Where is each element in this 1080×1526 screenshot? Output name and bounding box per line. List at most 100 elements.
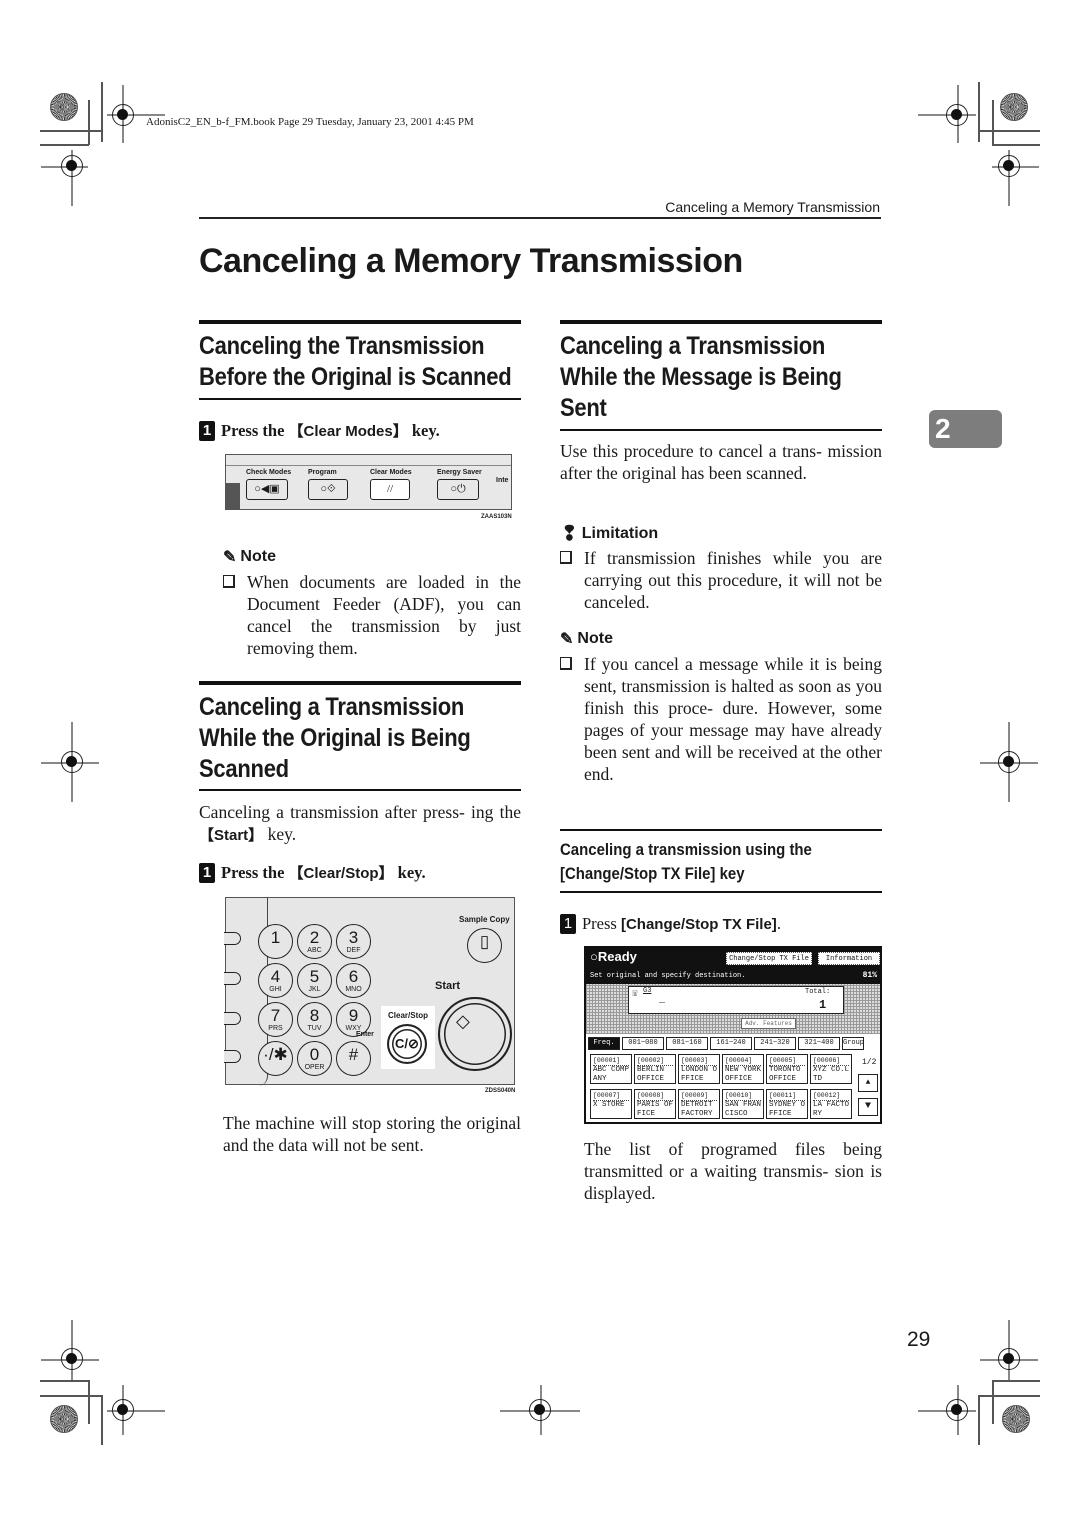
registration-mark-icon [61,1348,83,1370]
destination-key[interactable]: [00010] SAN FRAN CISCO [722,1089,764,1119]
destination-key[interactable]: [00001] ABC COMP ANY [590,1054,632,1084]
bullet-text: If transmission finishes while you are c… [584,548,882,612]
keypad-key[interactable]: 4 GHI [258,963,293,998]
program-button[interactable]: ○⟐ [308,479,348,500]
clear-stop-button[interactable]: C/⊘ [387,1024,427,1064]
crop-mark [978,130,1040,132]
tab-range[interactable]: 161~240 [710,1037,752,1050]
checkbox-bullet-icon [560,551,572,564]
clear-modes-button[interactable]: // [370,479,410,500]
information-button[interactable]: Information [818,952,880,965]
keypad-key[interactable]: 7 PRS [258,1002,293,1037]
step-prefix: Press [582,914,621,933]
crop-mark [40,130,102,132]
destination-name: ABC COMP ANY [593,1066,630,1083]
key-digit: # [348,1045,359,1064]
key-digit: 6 [348,967,359,986]
bullet-text: If you cancel a message while it is bein… [584,654,882,784]
tab-range[interactable]: Group [842,1037,864,1050]
tab-range[interactable]: 001~080 [622,1037,664,1050]
keypad-key[interactable]: 3 DEF [336,924,371,959]
side-key[interactable] [224,1012,241,1025]
side-key[interactable] [224,1050,241,1063]
side-key[interactable] [224,932,241,945]
destination-name: X STORE [593,1101,625,1109]
crop-mark [978,1395,1040,1397]
key-letters: TUV [307,1025,322,1032]
key-digit: 4 [270,967,281,986]
keypad-key[interactable]: 2 ABC [297,924,332,959]
limitation-heading: ❢ Limitation [561,521,658,546]
destination-name: TORONTO OFFICE [769,1066,801,1083]
scroll-up-button[interactable]: ▲ [858,1074,878,1092]
keypad-key[interactable]: ·/✱ [258,1041,293,1076]
color-target-icon [50,93,78,121]
title-line: [Change/Stop TX File] key [560,864,745,883]
running-head: Canceling a Memory Transmission [665,199,880,215]
keypad-key[interactable]: 8 TUV [297,1002,332,1037]
crop-mark [992,144,1040,146]
keypad-key[interactable]: 6 MNO [336,963,371,998]
energy-saver-button[interactable]: ○⏻ [437,479,479,500]
destination-key[interactable]: [00002] BERLIN OFFICE [634,1054,676,1084]
ready-status: ○Ready [590,949,637,964]
crop-mark [992,1380,1040,1382]
key-letters: PRS [268,1025,283,1032]
screen-message: Set original and specify destination. [590,972,746,980]
destination-key[interactable]: [00011] SYDNEY O FFICE [766,1089,808,1119]
tab-range[interactable]: 321~400 [798,1037,840,1050]
clear-modes-key-label: 【Clear Modes】 [288,423,408,440]
crop-mark [978,82,980,142]
destination-key[interactable]: [00006] XYZ CO.L TD [810,1054,852,1084]
destination-key[interactable]: [00012] LA FACTO RY [810,1089,852,1119]
keypad-key[interactable]: 5 JKL [297,963,332,998]
memory-indicator: 81% [862,971,877,980]
crop-mark [101,82,103,142]
key-letters: ABC [307,947,322,954]
destination-name: PARIS OF FICE [637,1101,674,1118]
key-letters: DEF [346,947,361,954]
step-text: Press the 【Clear/Stop】 key. [221,862,426,883]
step-text: Press the 【Clear Modes】 key. [221,420,440,441]
note-heading: ✎ Note [223,547,276,567]
section-rule [199,398,521,400]
interrupt-label: Inte [496,477,509,484]
key-digit: 2 [309,928,320,947]
keypad-key[interactable]: 1 [258,924,293,959]
tab-range[interactable]: 081~160 [666,1037,708,1050]
tab-freq[interactable]: Freq. [588,1037,620,1050]
registration-mark-icon [61,155,83,177]
keypad-key[interactable]: # [336,1041,371,1076]
scroll-down-button[interactable]: ▼ [858,1098,878,1116]
key-digit: 9 [348,1006,359,1025]
enter-label: Enter [356,1031,374,1038]
crop-mark [992,100,994,145]
change-stop-tx-file-button[interactable]: Change/Stop TX File [726,952,812,965]
keypad-key[interactable]: 0 OPER [297,1041,332,1076]
start-key-label: 【Start】 [199,827,264,844]
crop-mark [40,144,89,146]
destination-key[interactable]: [00009] DETROIT FACTORY [678,1089,720,1119]
tab-range[interactable]: 241~320 [754,1037,796,1050]
keypad-figure: 1 2 ABC 3 DEF 4 GHI 5 JKL 6 MNO 7 PRS 8 TUV 9 WXY ·/✱ 0 OPE… [224,897,515,1086]
header-rule [199,217,881,219]
section-rule [199,789,521,791]
check-modes-button[interactable]: ○◀▣ [246,479,288,500]
key-digit: 5 [309,967,320,986]
destination-id: [00011] [769,1091,805,1101]
step-number-badge: 1 [199,420,215,441]
destination-key[interactable]: [00008] PARIS OF FICE [634,1089,676,1119]
side-key[interactable] [224,972,241,985]
page-title: Canceling a Memory Transmission [199,242,743,280]
start-button[interactable]: ◇ [438,997,512,1071]
destination-key[interactable]: [00005] TORONTO OFFICE [766,1054,808,1084]
destination-key[interactable]: [00003] LONDON O FFICE [678,1054,720,1084]
destination-name: NEW YORK OFFICE [725,1066,762,1083]
destination-key[interactable]: [00004] NEW YORK OFFICE [722,1054,764,1084]
key-letters: OPER [304,1064,325,1071]
sample-copy-button[interactable]: ▯ [467,928,502,963]
adv-features-button[interactable]: Adv. Features [741,1018,796,1029]
destination-key[interactable]: [00007] X STORE [590,1089,632,1119]
figure-code: ZDSS040N [485,1088,516,1094]
destination-id: [00004] [725,1056,761,1066]
